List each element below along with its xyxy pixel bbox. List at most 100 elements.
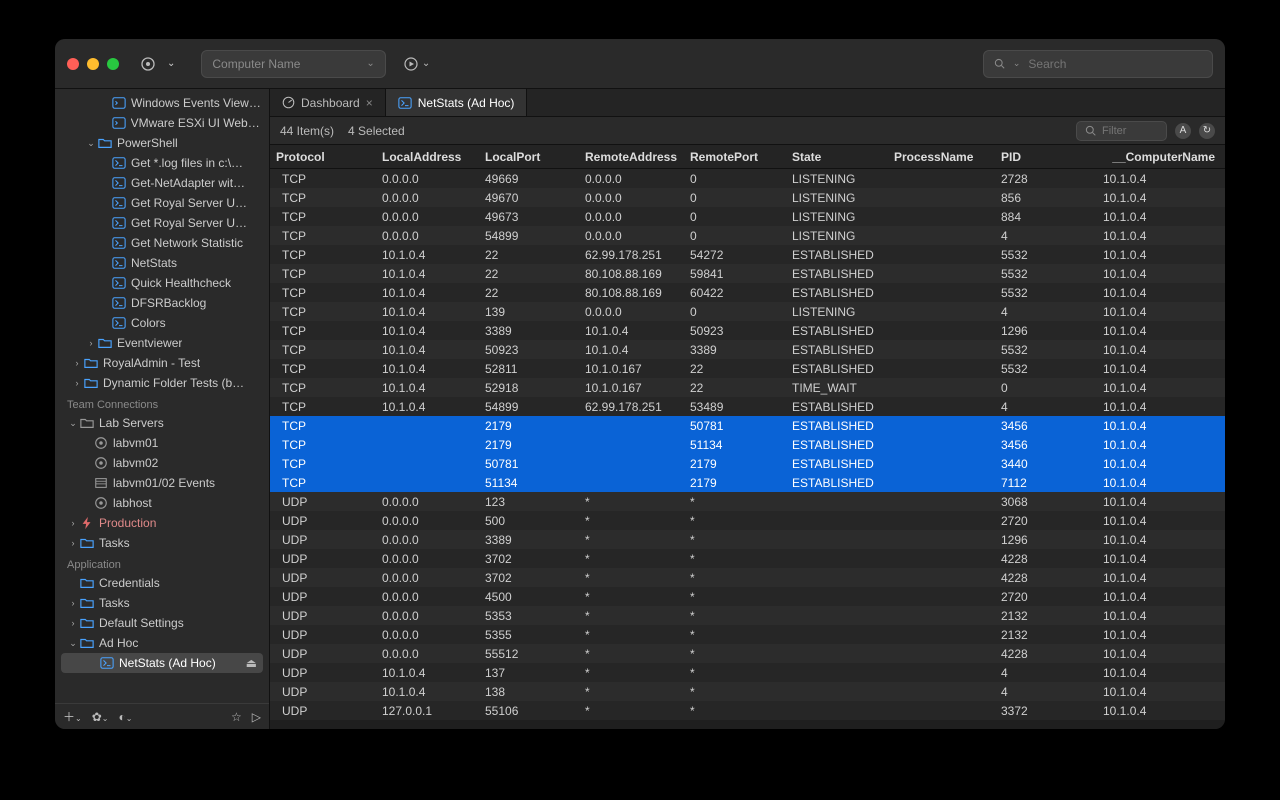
table-row[interactable]: TCP10.1.0.45489962.99.178.25153489ESTABL… bbox=[270, 397, 1225, 416]
table-row[interactable]: UDP10.1.0.4137**410.1.0.4 bbox=[270, 663, 1225, 682]
table-row[interactable]: TCP217951134ESTABLISHED345610.1.0.4 bbox=[270, 435, 1225, 454]
tab[interactable]: Dashboard× bbox=[270, 89, 386, 116]
cell-laddr: 10.1.0.4 bbox=[376, 302, 479, 321]
table-row[interactable]: UDP0.0.0.0123**306810.1.0.4 bbox=[270, 492, 1225, 511]
font-button[interactable]: A bbox=[1175, 123, 1191, 139]
nav-item[interactable]: Quick Healthcheck bbox=[55, 273, 269, 293]
nav-item[interactable]: ›Production bbox=[55, 513, 269, 533]
close-window-button[interactable] bbox=[67, 58, 79, 70]
nav-item[interactable]: labvm01 bbox=[55, 433, 269, 453]
table-row[interactable]: TCP10.1.0.42280.108.88.16959841ESTABLISH… bbox=[270, 264, 1225, 283]
nav-item[interactable]: ›Dynamic Folder Tests (b… bbox=[55, 373, 269, 393]
table-row[interactable]: UDP0.0.0.03389**129610.1.0.4 bbox=[270, 530, 1225, 549]
table-row[interactable]: TCP10.1.0.45291810.1.0.16722TIME_WAIT010… bbox=[270, 378, 1225, 397]
nav-item[interactable]: Credentials bbox=[55, 573, 269, 593]
table-row[interactable]: TCP0.0.0.0548990.0.0.00LISTENING410.1.0.… bbox=[270, 226, 1225, 245]
column-header[interactable]: RemoteAddress bbox=[579, 145, 684, 168]
nav-item[interactable]: ›RoyalAdmin - Test bbox=[55, 353, 269, 373]
table-row[interactable]: TCP10.1.0.45281110.1.0.16722ESTABLISHED5… bbox=[270, 359, 1225, 378]
nav-item[interactable]: VMware ESXi UI WebP… bbox=[55, 113, 269, 133]
cell-rport: * bbox=[684, 663, 786, 682]
nav-item[interactable]: Get Royal Server U… bbox=[55, 193, 269, 213]
zoom-window-button[interactable] bbox=[107, 58, 119, 70]
disclosure-icon[interactable]: › bbox=[71, 378, 83, 388]
filter-box[interactable] bbox=[1076, 121, 1167, 141]
disclosure-icon[interactable]: › bbox=[67, 618, 79, 628]
table-row[interactable]: TCP217950781ESTABLISHED345610.1.0.4 bbox=[270, 416, 1225, 435]
search-box[interactable]: ⌄ bbox=[983, 50, 1213, 78]
table-row[interactable]: TCP507812179ESTABLISHED344010.1.0.4 bbox=[270, 454, 1225, 473]
nav-item[interactable]: Get *.log files in c:\… bbox=[55, 153, 269, 173]
column-header[interactable]: State bbox=[786, 145, 888, 168]
cell-state: ESTABLISHED bbox=[786, 416, 888, 435]
table-row[interactable]: TCP10.1.0.41390.0.0.00LISTENING410.1.0.4 bbox=[270, 302, 1225, 321]
disclosure-icon[interactable]: › bbox=[85, 338, 97, 348]
table-row[interactable]: UDP10.1.0.4138**410.1.0.4 bbox=[270, 682, 1225, 701]
target-icon[interactable] bbox=[137, 53, 159, 75]
nav-item[interactable]: ⌄Lab Servers bbox=[55, 413, 269, 433]
target-chevron-icon[interactable]: ⌄ bbox=[167, 58, 175, 69]
tab[interactable]: NetStats (Ad Hoc) bbox=[386, 89, 528, 116]
star-icon[interactable]: ☆ bbox=[231, 710, 242, 724]
gear-icon[interactable]: ✿⌄ bbox=[92, 710, 109, 724]
table-row[interactable]: UDP0.0.0.03702**422810.1.0.4 bbox=[270, 568, 1225, 587]
table-row[interactable]: UDP0.0.0.055512**422810.1.0.4 bbox=[270, 644, 1225, 663]
table-row[interactable]: UDP127.0.0.155106**337210.1.0.4 bbox=[270, 701, 1225, 720]
disclosure-icon[interactable]: ⌄ bbox=[85, 138, 97, 149]
play-button[interactable]: ⌄ bbox=[404, 57, 430, 71]
nav-item[interactable]: NetStats (Ad Hoc)⏏ bbox=[61, 653, 263, 673]
computer-name-dropdown[interactable]: Computer Name ⌄ bbox=[201, 50, 385, 78]
nav-item[interactable]: labhost bbox=[55, 493, 269, 513]
help-icon[interactable]: ◐⌄ bbox=[118, 710, 132, 724]
column-header[interactable]: Protocol bbox=[270, 145, 376, 168]
refresh-button[interactable]: ↻ bbox=[1199, 123, 1215, 139]
nav-item[interactable]: ›Tasks bbox=[55, 593, 269, 613]
close-icon[interactable]: × bbox=[366, 96, 373, 110]
nav-item[interactable]: Windows Events View… bbox=[55, 93, 269, 113]
nav-item[interactable]: Get Royal Server U… bbox=[55, 213, 269, 233]
nav-item[interactable]: ›Tasks bbox=[55, 533, 269, 553]
table-row[interactable]: UDP0.0.0.05355**213210.1.0.4 bbox=[270, 625, 1225, 644]
nav-item[interactable]: Get-NetAdapter wit… bbox=[55, 173, 269, 193]
nav-item[interactable]: ›Eventviewer bbox=[55, 333, 269, 353]
play-outline-icon[interactable]: ▷ bbox=[252, 710, 261, 724]
table-row[interactable]: TCP10.1.0.45092310.1.0.43389ESTABLISHED5… bbox=[270, 340, 1225, 359]
nav-item[interactable]: labvm02 bbox=[55, 453, 269, 473]
nav-item[interactable]: labvm01/02 Events bbox=[55, 473, 269, 493]
disclosure-icon[interactable]: ⌄ bbox=[67, 418, 79, 429]
disclosure-icon[interactable]: › bbox=[71, 358, 83, 368]
table-row[interactable]: TCP10.1.0.42280.108.88.16960422ESTABLISH… bbox=[270, 283, 1225, 302]
disclosure-icon[interactable]: › bbox=[67, 518, 79, 528]
column-header[interactable]: LocalPort bbox=[479, 145, 579, 168]
disclosure-icon[interactable]: › bbox=[67, 538, 79, 548]
column-header[interactable]: __ComputerName bbox=[1097, 145, 1221, 168]
nav-item[interactable]: ›Default Settings bbox=[55, 613, 269, 633]
table-row[interactable]: UDP0.0.0.04500**272010.1.0.4 bbox=[270, 587, 1225, 606]
disclosure-icon[interactable]: ⌄ bbox=[67, 638, 79, 649]
add-button[interactable]: ＋⌄ bbox=[63, 708, 82, 725]
table-row[interactable]: TCP0.0.0.0496700.0.0.00LISTENING85610.1.… bbox=[270, 188, 1225, 207]
table-row[interactable]: UDP0.0.0.03702**422810.1.0.4 bbox=[270, 549, 1225, 568]
table-row[interactable]: TCP0.0.0.0496690.0.0.00LISTENING272810.1… bbox=[270, 169, 1225, 188]
table-row[interactable]: UDP0.0.0.0500**272010.1.0.4 bbox=[270, 511, 1225, 530]
disclosure-icon[interactable]: › bbox=[67, 598, 79, 608]
table-row[interactable]: TCP0.0.0.0496730.0.0.00LISTENING88410.1.… bbox=[270, 207, 1225, 226]
minimize-window-button[interactable] bbox=[87, 58, 99, 70]
column-header[interactable]: RemotePort bbox=[684, 145, 786, 168]
nav-item[interactable]: ⌄Ad Hoc bbox=[55, 633, 269, 653]
nav-item[interactable]: Colors bbox=[55, 313, 269, 333]
column-header[interactable]: ProcessName bbox=[888, 145, 995, 168]
table-row[interactable]: UDP0.0.0.05353**213210.1.0.4 bbox=[270, 606, 1225, 625]
filter-input[interactable] bbox=[1102, 125, 1158, 137]
column-header[interactable]: LocalAddress bbox=[376, 145, 479, 168]
eject-icon[interactable]: ⏏ bbox=[246, 656, 263, 670]
search-input[interactable] bbox=[1028, 57, 1202, 71]
table-row[interactable]: TCP511342179ESTABLISHED711210.1.0.4 bbox=[270, 473, 1225, 492]
nav-item[interactable]: ⌄PowerShell bbox=[55, 133, 269, 153]
nav-item[interactable]: NetStats bbox=[55, 253, 269, 273]
nav-item[interactable]: Get Network Statistic bbox=[55, 233, 269, 253]
table-row[interactable]: TCP10.1.0.4338910.1.0.450923ESTABLISHED1… bbox=[270, 321, 1225, 340]
nav-item[interactable]: DFSRBacklog bbox=[55, 293, 269, 313]
table-row[interactable]: TCP10.1.0.42262.99.178.25154272ESTABLISH… bbox=[270, 245, 1225, 264]
column-header[interactable]: PID bbox=[995, 145, 1097, 168]
